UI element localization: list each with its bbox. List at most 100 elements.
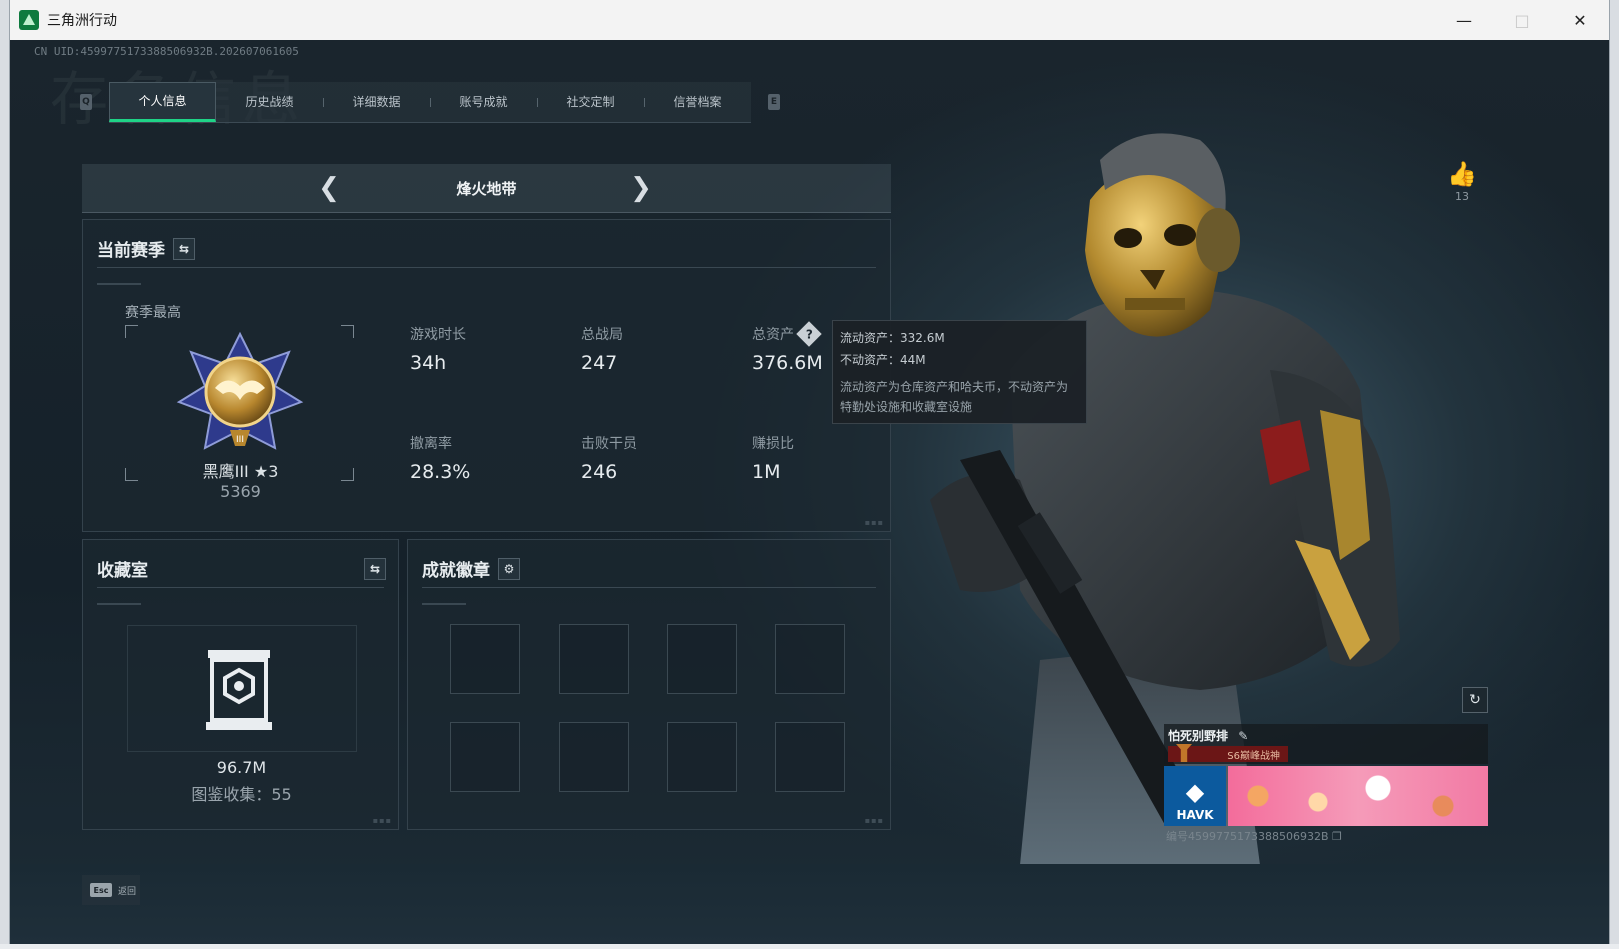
window-controls: — □ ✕ [1435,0,1609,40]
tab-match-history[interactable]: 历史战绩 [216,82,323,122]
frame-corner [341,468,354,481]
collection-count: 图鉴收集：55 [191,785,292,804]
rank-name: 黑鹰III ★3 [202,462,279,481]
switch-collection-icon[interactable]: ⇆ [364,557,386,580]
divider [97,283,141,285]
badge-slot[interactable] [559,624,629,694]
panel-corner-mark: ▪▪▪ [864,518,884,527]
team-logo-text: HAVK [1176,808,1214,822]
team-logo: ◆ HAVK [1164,766,1226,826]
frame-corner [341,325,354,338]
rank-score: 5369 [220,482,261,501]
collection-title-text: 收藏室 [97,561,148,581]
minimize-button[interactable]: — [1435,0,1493,40]
svg-text:III: III [236,435,244,445]
bottom-bar [10,864,1609,944]
stat-operators-defeated: 击败干员 246 [581,433,637,483]
badge-slot[interactable] [450,624,520,694]
season-panel-title: 当前赛季 ⇆ [97,236,195,261]
panel-corner-mark: ▪▪▪ [372,816,392,825]
badge-slot[interactable] [559,722,629,792]
uid-label: CN UID:4599775173388506932B.202607061605 [34,45,299,58]
collection-room-panel[interactable]: 收藏室 ⇆ 96.7M 图鉴收集：55 ▪▪▪ [82,539,399,830]
tab-social-custom[interactable]: 社交定制 [537,82,644,122]
tooltip-liquid-assets: 流动资产：332.6M [840,331,945,345]
thumbs-up-icon[interactable]: 👍 [1442,160,1482,188]
window-title: 三角洲行动 [47,13,117,29]
badge-slot[interactable] [667,624,737,694]
refresh-icon[interactable]: ↻ [1462,687,1488,713]
map-selector: ❮ 烽火地带 ❯ [82,164,891,213]
stat-value: 376.6M [752,352,823,374]
esc-key-hint: Esc [90,883,112,897]
title-tag-text: S6巅峰战神 [1227,750,1280,762]
stat-value: 246 [581,461,618,483]
collection-panel-title: 收藏室 ⇆ [97,556,386,581]
achievement-panel-title: 成就徽章 ⚙ [422,556,520,581]
stat-label: 总资产 ? [752,321,823,347]
divider [422,587,876,588]
player-name: 怕死别野排 [1168,729,1229,743]
copy-icon[interactable]: ❐ [1332,830,1342,843]
player-name-row: 怕死别野排 ✎ [1168,727,1248,744]
like-widget[interactable]: 👍 13 [1442,160,1482,203]
player-nameplate: 怕死别野排 ✎ S6巅峰战神 ◆ HAVK 编号4599775173388506… [1164,724,1488,844]
tab-detailed-data[interactable]: 详细数据 [323,82,430,122]
map-name: 烽火地带 [456,179,517,198]
app-logo-icon [19,10,39,30]
badge-slot[interactable] [667,722,737,792]
maximize-button[interactable]: □ [1493,0,1551,40]
previous-map-chevron-left-icon[interactable]: ❮ [315,173,343,203]
desktop-taskbar-edge [0,944,1619,949]
stat-value: 28.3% [410,461,471,483]
stat-total-matches: 总战局 247 [581,324,623,374]
settings-gear-icon[interactable]: ⚙ [498,557,520,580]
display-case-icon [206,650,272,730]
stat-value: 247 [581,352,618,374]
like-count: 13 [1455,190,1469,203]
profile-tab-bar: Q 个人信息 历史战绩 详细数据 账号成就 社交定制 信誉档案 E [80,81,780,123]
rank-badge-icon: III [176,331,304,450]
switch-season-icon[interactable]: ⇆ [173,237,195,260]
tab-personal-info[interactable]: 个人信息 [109,81,216,122]
stat-profit-loss-ratio: 赚损比 1M [752,433,794,483]
player-id: 编号4599775173388506932B ❐ [1166,828,1342,844]
stat-label: 总战局 [581,327,623,343]
assets-tooltip: 流动资产：332.6M 不动资产：44M 流动资产为仓库资产和哈夫币，不动资产为… [832,320,1087,424]
help-question-icon[interactable]: ? [796,321,822,347]
tab-prev-key-hint[interactable]: Q [80,94,92,110]
divider [97,587,384,588]
season-title-text: 当前赛季 [97,241,165,261]
stat-extraction-rate: 撤离率 28.3% [410,433,470,483]
stat-play-time: 游戏时长 34h [410,324,466,374]
divider [97,267,876,268]
badge-slot[interactable] [450,722,520,792]
stat-label: 赚损比 [752,436,794,452]
stat-value: 1M [752,461,781,483]
stat-label-text: 总资产 [752,327,794,343]
tab-achievements[interactable]: 账号成就 [430,82,537,122]
havk-emblem-icon: ◆ [1185,778,1205,806]
back-button[interactable]: Esc 返回 [82,875,140,905]
tab-list: 个人信息 历史战绩 详细数据 账号成就 社交定制 信誉档案 [109,81,751,123]
tooltip-fixed-assets: 不动资产：44M [840,353,926,367]
tab-credit-record[interactable]: 信誉档案 [644,82,751,122]
close-button[interactable]: ✕ [1551,0,1609,40]
stat-label: 撤离率 [410,436,452,452]
stat-label: 击败干员 [581,436,637,452]
title-bar: 三角洲行动 — □ ✕ [10,0,1609,40]
divider [97,603,141,605]
title-tag: S6巅峰战神 [1168,744,1288,762]
back-label: 返回 [118,886,137,897]
season-peak-label: 赛季最高 [125,305,181,321]
edit-pencil-icon[interactable]: ✎ [1238,729,1248,743]
tooltip-note: 流动资产为仓库资产和哈夫币，不动资产为特勤处设施和收藏室设施 [840,380,1069,414]
next-map-chevron-right-icon[interactable]: ❯ [627,173,655,203]
badge-slot[interactable] [775,624,845,694]
player-id-text: 编号4599775173388506932B [1166,830,1329,843]
tab-next-key-hint[interactable]: E [768,94,780,110]
achievement-title-text: 成就徽章 [422,561,490,581]
achievement-badges-panel: 成就徽章 ⚙ ▪▪▪ [407,539,891,830]
name-card-banner [1228,766,1488,826]
badge-slot[interactable] [775,722,845,792]
